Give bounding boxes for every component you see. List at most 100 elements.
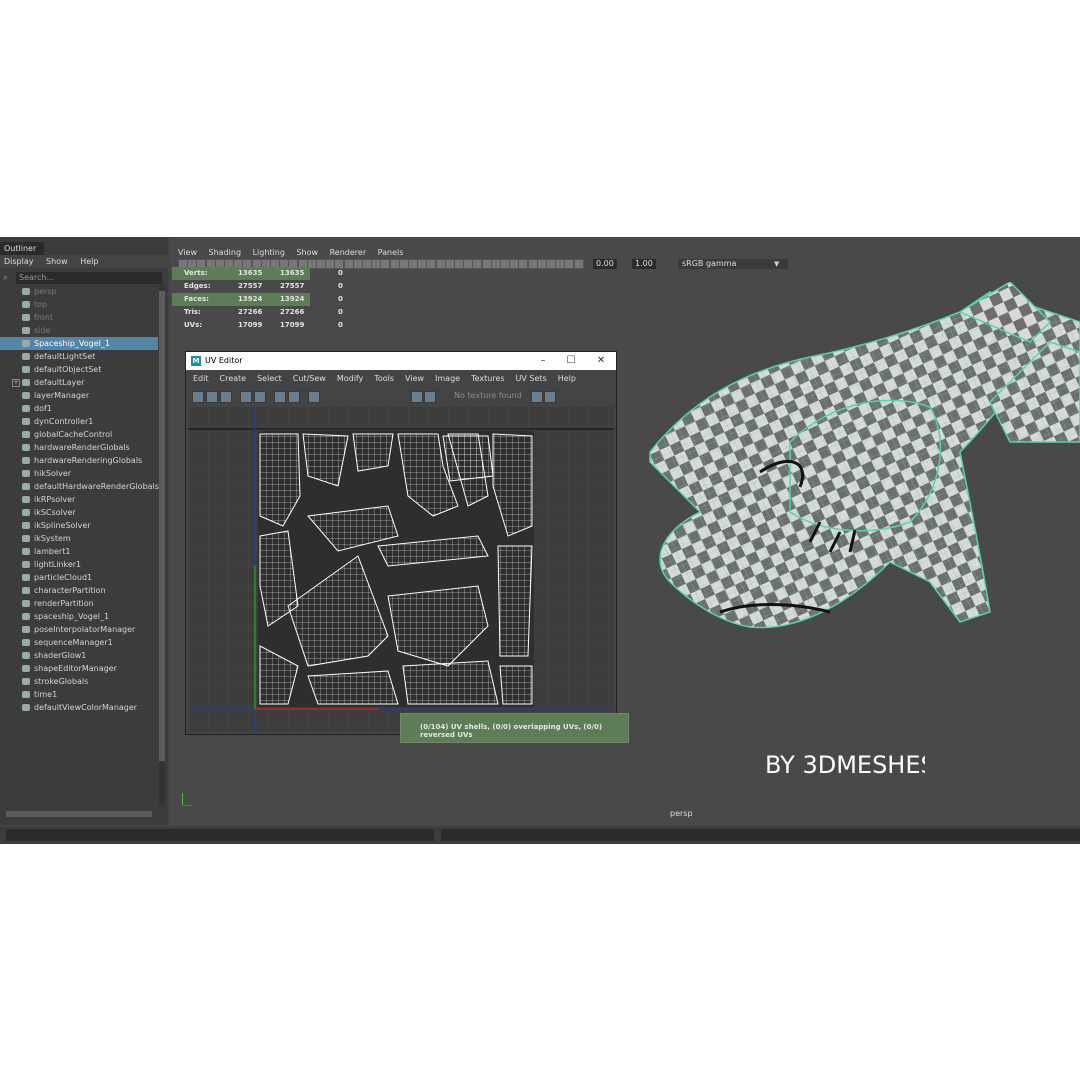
exposure-field[interactable]: 0.00 xyxy=(593,259,617,269)
outliner-item[interactable]: lambert1 xyxy=(0,545,158,558)
outliner-item[interactable]: side xyxy=(0,324,158,337)
uv-menu-item[interactable]: UV Sets xyxy=(516,374,547,383)
uv-tool-button-icon[interactable] xyxy=(424,391,436,403)
outliner-item-label: layerManager xyxy=(34,391,90,400)
uv-canvas[interactable] xyxy=(188,406,614,732)
menu-show[interactable]: Show xyxy=(46,257,68,266)
outliner-item[interactable]: globalCacheControl xyxy=(0,428,158,441)
outliner-item[interactable]: shapeEditorManager xyxy=(0,662,158,675)
outliner-menubar: Display Show Help xyxy=(0,255,168,268)
outliner-item[interactable]: + defaultLayer xyxy=(0,376,158,389)
uv-tool-button-icon[interactable] xyxy=(544,391,556,403)
outliner-vscrollbar[interactable] xyxy=(159,285,165,805)
outliner-item[interactable]: particleCloud1 xyxy=(0,571,158,584)
search-icon[interactable]: ⌕ xyxy=(3,273,13,283)
outliner-item[interactable]: persp xyxy=(0,285,158,298)
outliner-item[interactable]: spaceship_Vogel_1 xyxy=(0,610,158,623)
outliner-item[interactable]: lightLinker1 xyxy=(0,558,158,571)
outliner-item-label: poseInterpolatorManager xyxy=(34,625,136,634)
outliner-item[interactable]: ikSystem xyxy=(0,532,158,545)
hud-value: 27557 xyxy=(238,282,263,290)
uv-menu-item[interactable]: Modify xyxy=(337,374,364,383)
shader-icon xyxy=(22,548,30,555)
uv-tool-button-icon[interactable] xyxy=(192,391,204,403)
uv-menu-item[interactable]: Image xyxy=(435,374,460,383)
outliner-item[interactable]: defaultObjectSet xyxy=(0,363,158,376)
hud-value: 0 xyxy=(338,269,343,277)
uv-tool-button-icon[interactable] xyxy=(254,391,266,403)
outliner-item[interactable]: Spaceship_Vogel_1 xyxy=(0,337,158,350)
outliner-item[interactable]: hardwareRenderingGlobals xyxy=(0,454,158,467)
ik-icon xyxy=(22,496,30,503)
menu-lighting[interactable]: Lighting xyxy=(253,248,285,257)
outliner-item[interactable]: time1 xyxy=(0,688,158,701)
viewport-menubar: View Shading Lighting Show Renderer Pane… xyxy=(178,247,412,258)
uv-tool-button-icon[interactable] xyxy=(308,391,320,403)
outliner-item[interactable]: defaultViewColorManager xyxy=(0,701,158,714)
uv-tool-button-icon[interactable] xyxy=(531,391,543,403)
outliner-item[interactable]: ikSCsolver xyxy=(0,506,158,519)
outliner-hscrollbar[interactable] xyxy=(6,811,152,817)
outliner-item[interactable]: dof1 xyxy=(0,402,158,415)
set-icon xyxy=(22,353,30,360)
outliner-item[interactable]: hardwareRenderGlobals xyxy=(0,441,158,454)
uv-tool-button-icon[interactable] xyxy=(240,391,252,403)
texture-status-label: No texture found xyxy=(454,391,522,400)
menu-shading[interactable]: Shading xyxy=(209,248,242,257)
minimize-icon[interactable]: – xyxy=(536,352,550,370)
menu-help[interactable]: Help xyxy=(80,257,98,266)
menu-display[interactable]: Display xyxy=(4,257,34,266)
node-icon xyxy=(22,600,30,607)
uv-menu-item[interactable]: Cut/Sew xyxy=(293,374,326,383)
outliner-item[interactable]: layerManager xyxy=(0,389,158,402)
uv-menu-item[interactable]: Tools xyxy=(374,374,394,383)
outliner-item-label: lightLinker1 xyxy=(34,560,82,569)
outliner-item-label: characterPartition xyxy=(34,586,106,595)
command-line-bar xyxy=(0,827,1080,844)
outliner-search-input[interactable]: Search... xyxy=(16,272,162,284)
uv-tool-button-icon[interactable] xyxy=(411,391,423,403)
uv-menu-item[interactable]: Select xyxy=(257,374,282,383)
outliner-item[interactable]: sequenceManager1 xyxy=(0,636,158,649)
uv-tool-button-icon[interactable] xyxy=(274,391,286,403)
outliner-list: persp top front side Spaceship_Vogel_1defaul… xyxy=(0,285,159,714)
outliner-item[interactable]: renderPartition xyxy=(0,597,158,610)
toolbar-button-icon[interactable] xyxy=(573,259,584,269)
uv-tool-button-icon[interactable] xyxy=(220,391,232,403)
outliner-item[interactable]: strokeGlobals xyxy=(0,675,158,688)
uv-tool-button-icon[interactable] xyxy=(288,391,300,403)
outliner-item-label: Spaceship_Vogel_1 xyxy=(34,339,110,348)
outliner-item[interactable]: front xyxy=(0,311,158,324)
outliner-item[interactable]: ikRPsolver xyxy=(0,493,158,506)
outliner-item[interactable]: dynController1 xyxy=(0,415,158,428)
uv-menu-item[interactable]: Textures xyxy=(471,374,504,383)
expand-icon[interactable]: + xyxy=(12,379,20,387)
uv-menu-item[interactable]: Edit xyxy=(193,374,209,383)
outliner-item[interactable]: shaderGlow1 xyxy=(0,649,158,662)
color-space-dropdown[interactable]: sRGB gamma xyxy=(678,259,788,269)
spaceship-model[interactable] xyxy=(630,282,1080,682)
uv-editor-titlebar[interactable]: M UV Editor – ☐ ✕ xyxy=(186,352,616,370)
uv-menu-item[interactable]: View xyxy=(405,374,424,383)
outliner-item[interactable]: hikSolver xyxy=(0,467,158,480)
close-icon[interactable]: ✕ xyxy=(594,352,608,370)
outliner-item[interactable]: defaultHardwareRenderGlobals xyxy=(0,480,159,493)
outliner-item[interactable]: defaultLightSet xyxy=(0,350,158,363)
uv-tool-button-icon[interactable] xyxy=(206,391,218,403)
menu-show[interactable]: Show xyxy=(296,248,318,257)
outliner-tab[interactable]: Outliner xyxy=(0,242,44,255)
uv-menu-item[interactable]: Help xyxy=(558,374,576,383)
uv-menu-item[interactable]: Create xyxy=(220,374,247,383)
outliner-item[interactable]: characterPartition xyxy=(0,584,158,597)
menu-panels[interactable]: Panels xyxy=(378,248,404,257)
maximize-icon[interactable]: ☐ xyxy=(564,352,578,370)
menu-view[interactable]: View xyxy=(178,248,197,257)
command-input[interactable] xyxy=(6,829,434,841)
outliner-item[interactable]: ikSplineSolver xyxy=(0,519,158,532)
gamma-field[interactable]: 1.00 xyxy=(632,259,656,269)
outliner-item-label: ikSplineSolver xyxy=(34,521,91,530)
menu-renderer[interactable]: Renderer xyxy=(330,248,367,257)
outliner-item[interactable]: top xyxy=(0,298,158,311)
chevron-down-icon[interactable]: ▼ xyxy=(774,259,784,269)
outliner-item[interactable]: poseInterpolatorManager xyxy=(0,623,158,636)
